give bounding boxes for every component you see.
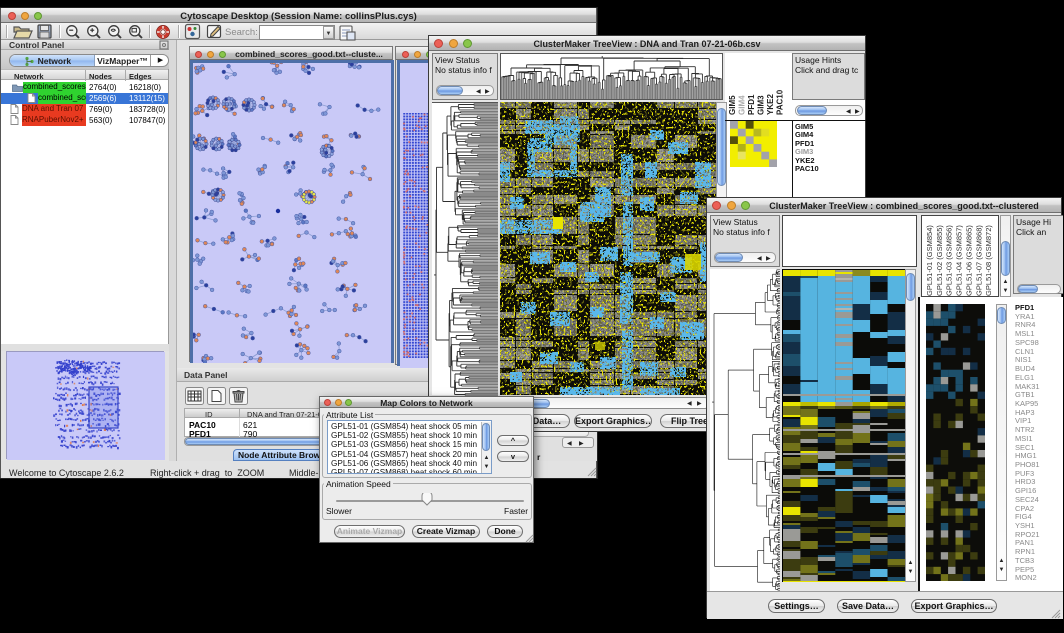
svg-text:GPL51-01 (GSM854): GPL51-01 (GSM854) [925, 225, 934, 296]
svg-text:GIM4: GIM4 [738, 95, 747, 115]
svg-text:GPL51-06 (GSM865): GPL51-06 (GSM865) [964, 225, 973, 296]
svg-text:PFD1: PFD1 [747, 94, 756, 115]
svg-text:GPL51-03 (GSM856): GPL51-03 (GSM856) [945, 225, 954, 296]
svg-text:PAC10: PAC10 [776, 89, 785, 115]
svg-text:GPL51-02 (GSM855): GPL51-02 (GSM855) [935, 225, 944, 296]
svg-text:GIM5: GIM5 [728, 95, 737, 115]
svg-text:GPL51-08 (GSM872): GPL51-08 (GSM872) [984, 225, 993, 296]
svg-text:GPL51-04 (GSM857): GPL51-04 (GSM857) [955, 225, 964, 296]
svg-text:GPL51-07 (GSM868): GPL51-07 (GSM868) [974, 225, 983, 296]
svg-text:YKE2: YKE2 [766, 94, 775, 115]
svg-text:Search:: Search: [225, 27, 258, 38]
svg-text:GIM3: GIM3 [757, 95, 766, 115]
